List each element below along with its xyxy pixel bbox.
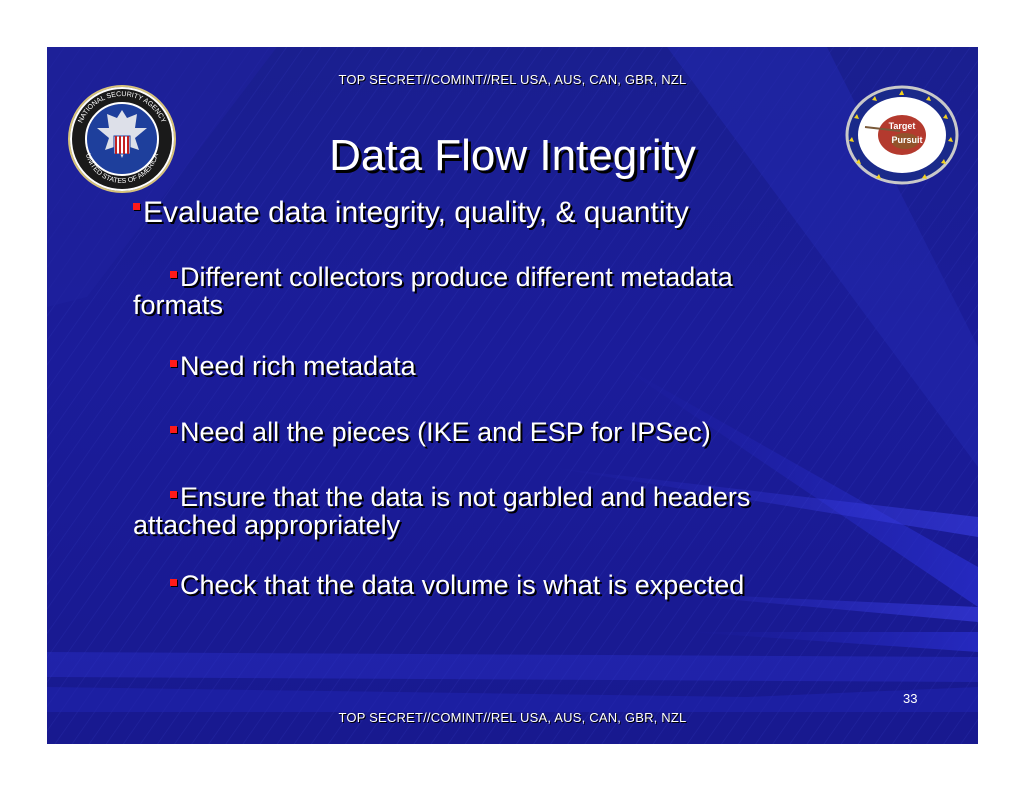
sub-bullet-continuation: attached appropriately <box>133 510 401 540</box>
sub-bullet-text: Different collectors produce different m… <box>180 262 733 292</box>
sub-bullet-text: Ensure that the data is not garbled and … <box>180 482 751 512</box>
bullet-marker <box>170 491 177 498</box>
main-bullet: Evaluate data integrity, quality, & quan… <box>133 195 689 231</box>
sub-bullet-4: Ensure that the data is not garbled and … <box>133 483 750 539</box>
slide-title: Data Flow Integrity <box>329 131 696 180</box>
classification-footer: TOP SECRET//COMINT//REL USA, AUS, CAN, G… <box>338 710 687 725</box>
main-bullet-text: Evaluate data integrity, quality, & quan… <box>143 196 689 229</box>
sub-bullet-2: Need rich metadata <box>133 352 416 380</box>
page-number: 33 <box>903 691 918 706</box>
svg-text:Target: Target <box>889 121 916 131</box>
bullet-marker <box>170 579 177 586</box>
sub-bullet-1: Different collectors produce different m… <box>133 263 733 319</box>
bullet-marker <box>170 426 177 433</box>
classification-header: TOP SECRET//COMINT//REL USA, AUS, CAN, G… <box>338 72 687 87</box>
sub-bullet-continuation: formats <box>133 290 224 320</box>
sub-bullet-text: Check that the data volume is what is ex… <box>180 570 745 600</box>
slide: NATIONAL SECURITY AGENCY UNITED STATES O… <box>47 47 978 744</box>
sub-bullet-5: Check that the data volume is what is ex… <box>133 571 744 599</box>
sub-bullet-text: Need rich metadata <box>180 351 416 381</box>
sub-bullet-3: Need all the pieces (IKE and ESP for IPS… <box>133 418 711 446</box>
bullet-marker <box>133 203 140 210</box>
bullet-marker <box>170 360 177 367</box>
sub-bullet-text: Need all the pieces (IKE and ESP for IPS… <box>180 417 711 447</box>
bullet-marker <box>170 271 177 278</box>
